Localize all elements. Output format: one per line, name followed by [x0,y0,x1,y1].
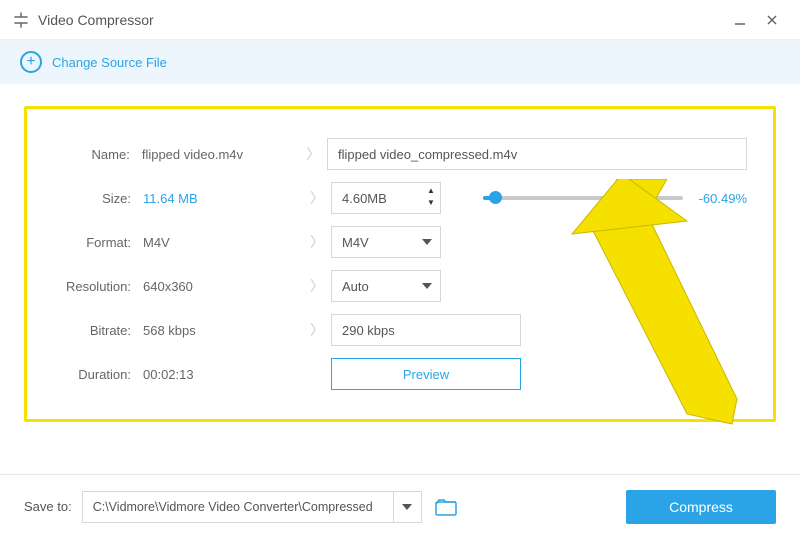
orig-duration: 00:02:13 [143,367,303,382]
save-path-field: C:\Vidmore\Vidmore Video Converter\Compr… [82,491,422,523]
chevron-right-icon: 〉 [303,276,331,296]
chevron-right-icon: 〉 [303,320,331,340]
title-bar: Video Compressor [0,0,800,40]
orig-name: flipped video.m4v [142,147,300,162]
chevron-right-icon: 〉 [303,188,331,208]
row-name: Name: flipped video.m4v 〉 [53,137,747,171]
label-bitrate: Bitrate: [53,323,131,338]
size-slider[interactable] [483,196,683,200]
minimize-button[interactable] [724,4,756,36]
bitrate-input[interactable] [331,314,521,346]
orig-bitrate: 568 kbps [143,323,303,338]
close-button[interactable] [756,4,788,36]
app-icon [12,11,30,29]
label-format: Format: [53,235,131,250]
compress-button[interactable]: Compress [626,490,776,524]
orig-size: 11.64 MB [143,191,303,206]
row-size: Size: 11.64 MB 〉 ▲ ▼ -60.49% [53,181,747,215]
row-resolution: Resolution: 640x360 〉 Auto [53,269,747,303]
slider-thumb[interactable] [489,191,502,204]
label-resolution: Resolution: [53,279,131,294]
settings-panel: Name: flipped video.m4v 〉 Size: 11.64 MB… [24,106,776,422]
row-bitrate: Bitrate: 568 kbps 〉 [53,313,747,347]
change-source-link[interactable]: Change Source File [52,55,167,70]
source-bar: + Change Source File [0,40,800,84]
chevron-right-icon: 〉 [303,232,331,252]
format-select[interactable]: M4V [331,226,441,258]
label-duration: Duration: [53,367,131,382]
orig-format: M4V [143,235,303,250]
save-path-dropdown[interactable] [393,492,421,522]
size-down-button[interactable]: ▼ [425,197,437,208]
name-input[interactable] [327,138,747,170]
size-percent: -60.49% [699,191,747,206]
save-to-label: Save to: [24,499,72,514]
chevron-right-icon: 〉 [299,144,327,164]
row-duration: Duration: 00:02:13 〉 Preview [53,357,747,391]
app-title: Video Compressor [38,12,724,28]
row-format: Format: M4V 〉 M4V [53,225,747,259]
orig-resolution: 640x360 [143,279,303,294]
label-size: Size: [53,191,131,206]
size-up-button[interactable]: ▲ [425,185,437,196]
label-name: Name: [53,147,130,162]
add-source-icon[interactable]: + [20,51,42,73]
annotation-arrow-icon [547,179,767,439]
save-path-text: C:\Vidmore\Vidmore Video Converter\Compr… [83,500,393,514]
resolution-select[interactable]: Auto [331,270,441,302]
open-folder-button[interactable] [432,495,460,519]
preview-button[interactable]: Preview [331,358,521,390]
footer: Save to: C:\Vidmore\Vidmore Video Conver… [0,474,800,538]
